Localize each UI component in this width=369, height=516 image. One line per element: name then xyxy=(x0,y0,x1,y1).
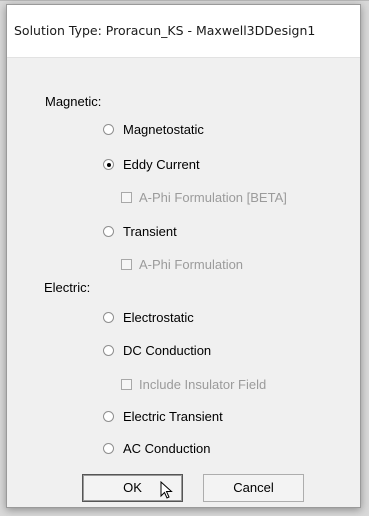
include-insulator-field-checkbox xyxy=(121,379,132,390)
eddy-current-label: Eddy Current xyxy=(123,157,200,172)
electrostatic-option[interactable]: Electrostatic xyxy=(103,310,194,325)
electric-section-label: Electric: xyxy=(44,280,91,295)
transient-label: Transient xyxy=(123,224,177,239)
ok-button[interactable]: OK xyxy=(82,474,183,502)
electrostatic-label: Electrostatic xyxy=(123,310,194,325)
magnetic-section-label: Magnetic: xyxy=(45,94,102,109)
aphi-formulation-option: A-Phi Formulation xyxy=(121,257,243,272)
electric-transient-option[interactable]: Electric Transient xyxy=(103,409,223,424)
magnetostatic-option[interactable]: Magnetostatic xyxy=(103,122,204,137)
transient-option[interactable]: Transient xyxy=(103,224,177,239)
cancel-button-label: Cancel xyxy=(233,480,274,495)
electrostatic-radio[interactable] xyxy=(103,312,114,323)
aphi-formulation-label: A-Phi Formulation xyxy=(139,257,244,272)
aphi-formulation-beta-label: A-Phi Formulation [BETA] xyxy=(139,190,287,205)
mouse-pointer-icon xyxy=(160,481,173,499)
dialog-title: Solution Type: Proracun_KS - Maxwell3DDe… xyxy=(14,23,316,38)
transient-radio[interactable] xyxy=(103,226,114,237)
electric-transient-radio[interactable] xyxy=(103,411,114,422)
magnetostatic-radio[interactable] xyxy=(103,124,114,135)
eddy-current-radio[interactable] xyxy=(103,159,114,170)
ac-conduction-radio[interactable] xyxy=(103,443,114,454)
magnetostatic-label: Magnetostatic xyxy=(123,122,204,137)
ac-conduction-label: AC Conduction xyxy=(123,441,211,456)
ok-button-label: OK xyxy=(123,480,142,495)
dc-conduction-label: DC Conduction xyxy=(123,343,212,358)
aphi-formulation-beta-checkbox xyxy=(121,192,132,203)
eddy-current-option[interactable]: Eddy Current xyxy=(103,157,200,172)
cancel-button[interactable]: Cancel xyxy=(203,474,304,502)
ac-conduction-option[interactable]: AC Conduction xyxy=(103,441,210,456)
include-insulator-field-label: Include Insulator Field xyxy=(139,377,267,392)
dialog-titlebar: Solution Type: Proracun_KS - Maxwell3DDe… xyxy=(7,5,360,58)
solution-type-dialog: Solution Type: Proracun_KS - Maxwell3DDe… xyxy=(6,4,361,508)
dc-conduction-radio[interactable] xyxy=(103,345,114,356)
electric-transient-label: Electric Transient xyxy=(123,409,223,424)
background-window-edge xyxy=(0,0,369,1)
aphi-formulation-checkbox xyxy=(121,259,132,270)
solution-type-panel: Magnetic: Magnetostatic Eddy Current A-P… xyxy=(17,75,350,470)
dc-conduction-option[interactable]: DC Conduction xyxy=(103,343,211,358)
include-insulator-field-option: Include Insulator Field xyxy=(121,377,266,392)
aphi-formulation-beta-option: A-Phi Formulation [BETA] xyxy=(121,190,287,205)
